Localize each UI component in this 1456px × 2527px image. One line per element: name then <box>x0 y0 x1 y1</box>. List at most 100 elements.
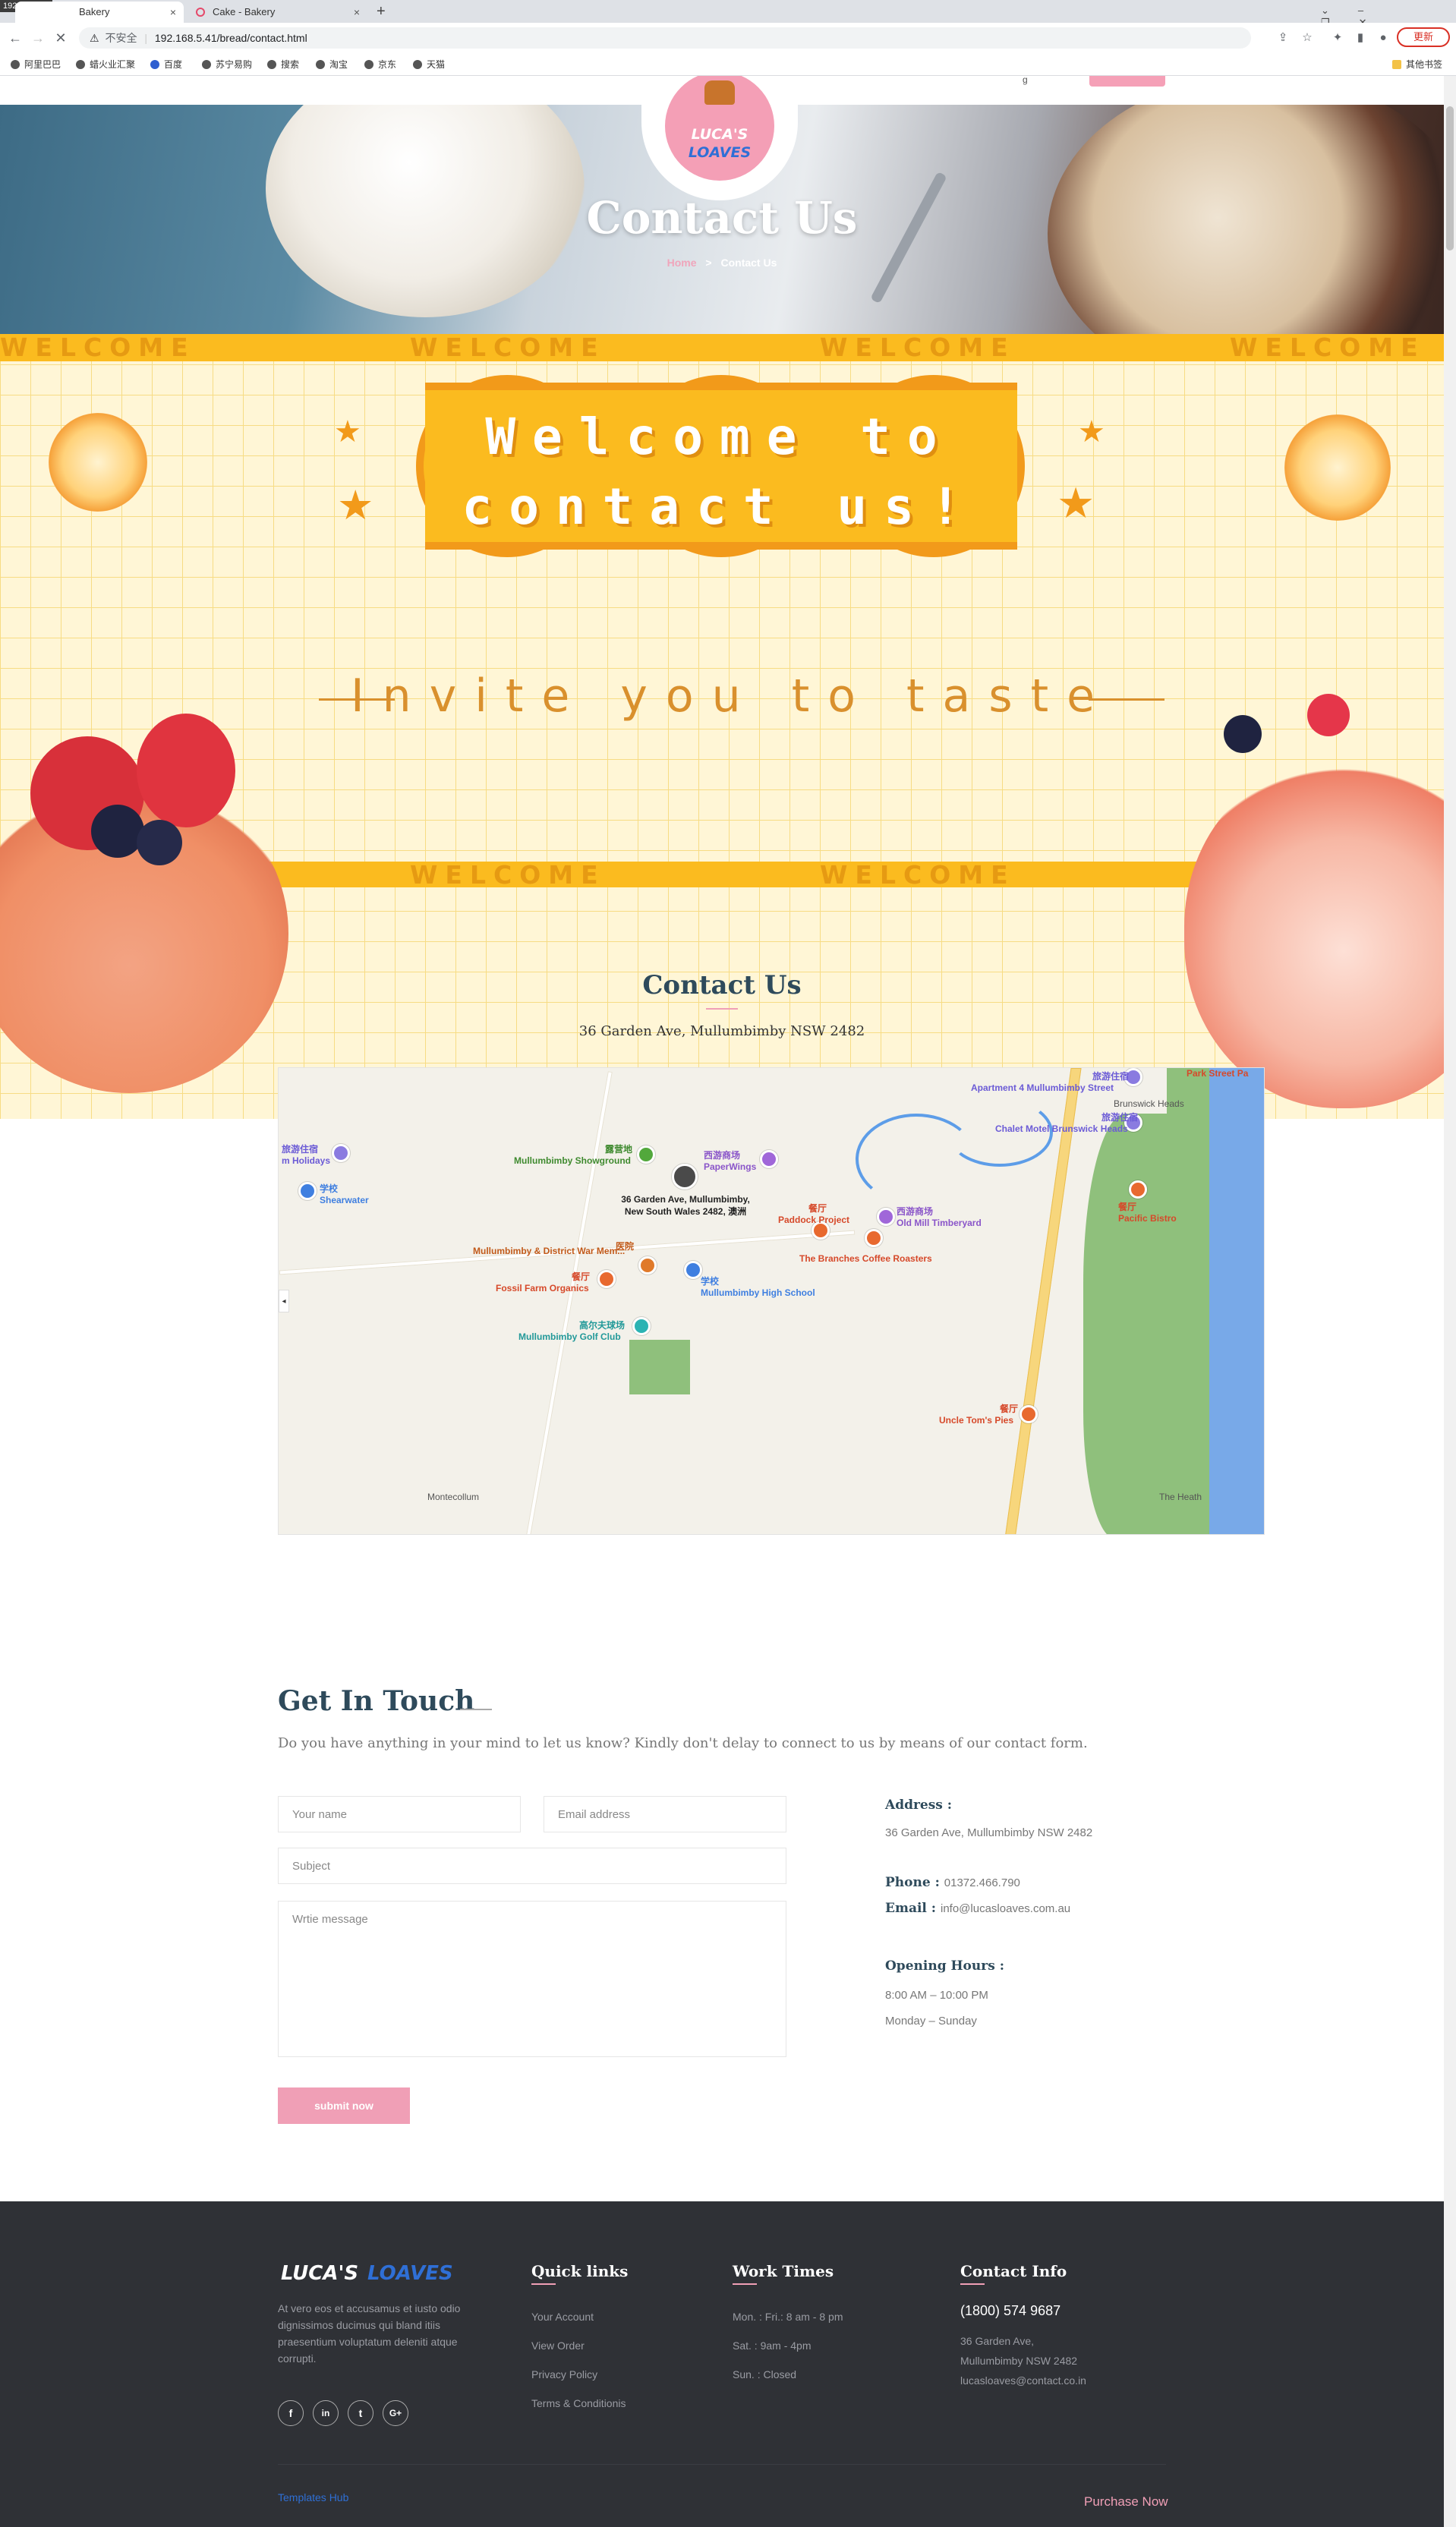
restaurant-pin-icon[interactable] <box>597 1270 616 1288</box>
banner-title-line: Welcome to <box>485 408 954 466</box>
template-credit-link[interactable]: Templates Hub <box>278 2491 348 2503</box>
blueberry-image <box>91 805 144 858</box>
map-expand-button[interactable]: ◂ <box>279 1290 289 1312</box>
school-pin-icon[interactable] <box>684 1261 702 1279</box>
footer-link[interactable]: Terms & Conditionis <box>531 2397 626 2409</box>
bookmark-star-icon[interactable]: ☆ <box>1300 30 1315 46</box>
phone-value[interactable]: 01372.466.790 <box>944 1876 1020 1889</box>
purchase-now-link[interactable]: Purchase Now <box>1084 2494 1168 2510</box>
hospital-pin-icon[interactable] <box>638 1256 657 1275</box>
bookmark-item[interactable]: 搜索 <box>267 59 299 70</box>
breadcrumb-home[interactable]: Home <box>667 257 697 269</box>
name-field[interactable]: Your name <box>278 1796 521 1832</box>
map-label-line: 36 Garden Ave, Mullumbimby, <box>621 1194 750 1205</box>
star-icon: ★ <box>334 415 361 449</box>
sidebar-icon[interactable]: ▮ <box>1353 30 1368 46</box>
page-viewport: g Contact Us Home > Contact Us LUCA'S LO… <box>0 76 1444 2527</box>
get-in-touch-subtitle: Do you have anything in your mind to let… <box>278 1735 1088 1751</box>
tab-bakery[interactable]: Bakery × <box>15 2 184 23</box>
google-plus-icon[interactable]: G+ <box>383 2400 408 2426</box>
map-label: The Heath <box>1159 1492 1202 1502</box>
golf-course-area <box>629 1340 690 1394</box>
nav-cta-button[interactable] <box>1089 76 1165 87</box>
shop-pin-icon[interactable] <box>877 1208 895 1226</box>
linkedin-icon[interactable]: in <box>313 2400 339 2426</box>
footer-contact-line: Mullumbimby NSW 2482 <box>960 2355 1078 2367</box>
contact-section-address: 36 Garden Ave, Mullumbimby NSW 2482 <box>578 1023 865 1039</box>
url-bar[interactable]: ⚠ 不安全 | 192.168.5.41/bread/contact.html <box>79 27 1251 49</box>
email-value[interactable]: info@lucasloaves.com.au <box>941 1902 1070 1915</box>
submit-button[interactable]: submit now <box>278 2087 410 2124</box>
url-text: 192.168.5.41/bread/contact.html <box>154 32 307 44</box>
blueberry-image <box>137 820 182 865</box>
stop-loading-icon[interactable]: ✕ <box>52 29 70 47</box>
back-icon[interactable]: ← <box>6 29 24 47</box>
nav-menu-fragment[interactable]: g <box>1023 76 1030 85</box>
bookmark-item[interactable]: 淘宝 <box>316 59 348 70</box>
restaurant-pin-icon[interactable] <box>1129 1180 1147 1199</box>
email-row: Email : info@lucasloaves.com.au <box>885 1901 1070 1916</box>
update-button[interactable]: 更新 <box>1397 27 1450 47</box>
title-underline <box>460 1709 492 1710</box>
extensions-icon[interactable]: ✦ <box>1330 30 1345 46</box>
footer-logo-text[interactable]: LUCA'S <box>281 2262 358 2285</box>
school-pin-icon[interactable] <box>298 1182 317 1200</box>
facebook-icon[interactable]: f <box>278 2400 304 2426</box>
camp-pin-icon[interactable] <box>637 1145 655 1164</box>
hotel-pin-icon[interactable] <box>332 1144 350 1162</box>
footer-link[interactable]: Your Account <box>531 2311 594 2323</box>
sea-area <box>1209 1068 1264 1534</box>
bookmark-item[interactable]: 蜡火业汇聚 <box>76 59 135 70</box>
heading-underline <box>733 2283 757 2285</box>
golf-pin-icon[interactable] <box>632 1317 651 1335</box>
new-tab-button[interactable]: + <box>377 3 386 20</box>
close-tab-icon[interactable]: × <box>354 2 360 23</box>
scrollbar-thumb[interactable] <box>1446 106 1454 250</box>
profile-icon[interactable]: ● <box>1376 30 1391 46</box>
cream-cup-image <box>1184 759 1444 1108</box>
address-heading: Address : <box>885 1798 953 1813</box>
other-bookmarks[interactable]: 其他书签 <box>1392 59 1442 70</box>
map-label: 旅游住宿 m Holidays <box>282 1144 331 1166</box>
browser-tabbar: 1920 × 1036 Bakery × Cake - Bakery × + ⌄… <box>0 0 1456 28</box>
bookmark-item[interactable]: 苏宁易购 <box>202 59 252 70</box>
forward-icon[interactable]: → <box>29 29 47 47</box>
footer-phone[interactable]: (1800) 574 9687 <box>960 2303 1060 2319</box>
message-field[interactable]: Wrtie message <box>278 1901 786 2057</box>
map-label: 餐厅 Fossil Farm Organics <box>496 1271 591 1293</box>
email-field[interactable]: Email address <box>544 1796 786 1832</box>
contact-section-title: Contact Us <box>642 970 802 1000</box>
shop-pin-icon[interactable] <box>760 1150 778 1168</box>
location-marker[interactable] <box>672 1164 698 1189</box>
strawberry-image <box>137 714 235 827</box>
address-bar: ← → ✕ ⚠ 不安全 | 192.168.5.41/bread/contact… <box>0 23 1456 53</box>
banner-title-line: contact us! <box>462 477 978 536</box>
restaurant-pin-icon[interactable] <box>865 1229 883 1247</box>
map-label: Park Street Pa <box>1187 1068 1249 1079</box>
bookmark-item[interactable]: 天猫 <box>413 59 445 70</box>
divider-line <box>1089 698 1164 701</box>
footer-logo-text[interactable]: LOAVES <box>367 2262 453 2285</box>
star-icon: ★ <box>337 483 374 528</box>
footer-contact-line[interactable]: lucasloaves@contact.co.in <box>960 2374 1086 2387</box>
close-tab-icon[interactable]: × <box>170 2 176 23</box>
footer-link[interactable]: View Order <box>531 2340 585 2352</box>
strip-word: WELCOME <box>820 334 1016 361</box>
restaurant-pin-icon[interactable] <box>1020 1405 1038 1423</box>
star-icon: ★ <box>1057 479 1095 527</box>
embedded-map[interactable]: 36 Garden Ave, Mullumbimby, New South Wa… <box>278 1067 1265 1535</box>
map-label-line: New South Wales 2482, 澳洲 <box>624 1206 747 1217</box>
tab-label: Bakery <box>79 6 110 17</box>
subject-field[interactable]: Subject <box>278 1848 786 1884</box>
bookmark-item[interactable]: 京东 <box>364 59 396 70</box>
page-scrollbar[interactable] <box>1444 76 1456 2527</box>
globe-icon <box>11 60 20 69</box>
breadcrumb-separator: > <box>705 257 712 269</box>
share-icon[interactable]: ⇪ <box>1275 30 1291 46</box>
url-divider: | <box>144 32 147 44</box>
bookmark-item[interactable]: 百度 <box>150 59 182 70</box>
twitter-icon[interactable]: t <box>348 2400 373 2426</box>
tab-cake-bakery[interactable]: Cake - Bakery × <box>187 2 367 23</box>
bookmark-item[interactable]: 阿里巴巴 <box>11 59 61 70</box>
footer-link[interactable]: Privacy Policy <box>531 2368 597 2380</box>
